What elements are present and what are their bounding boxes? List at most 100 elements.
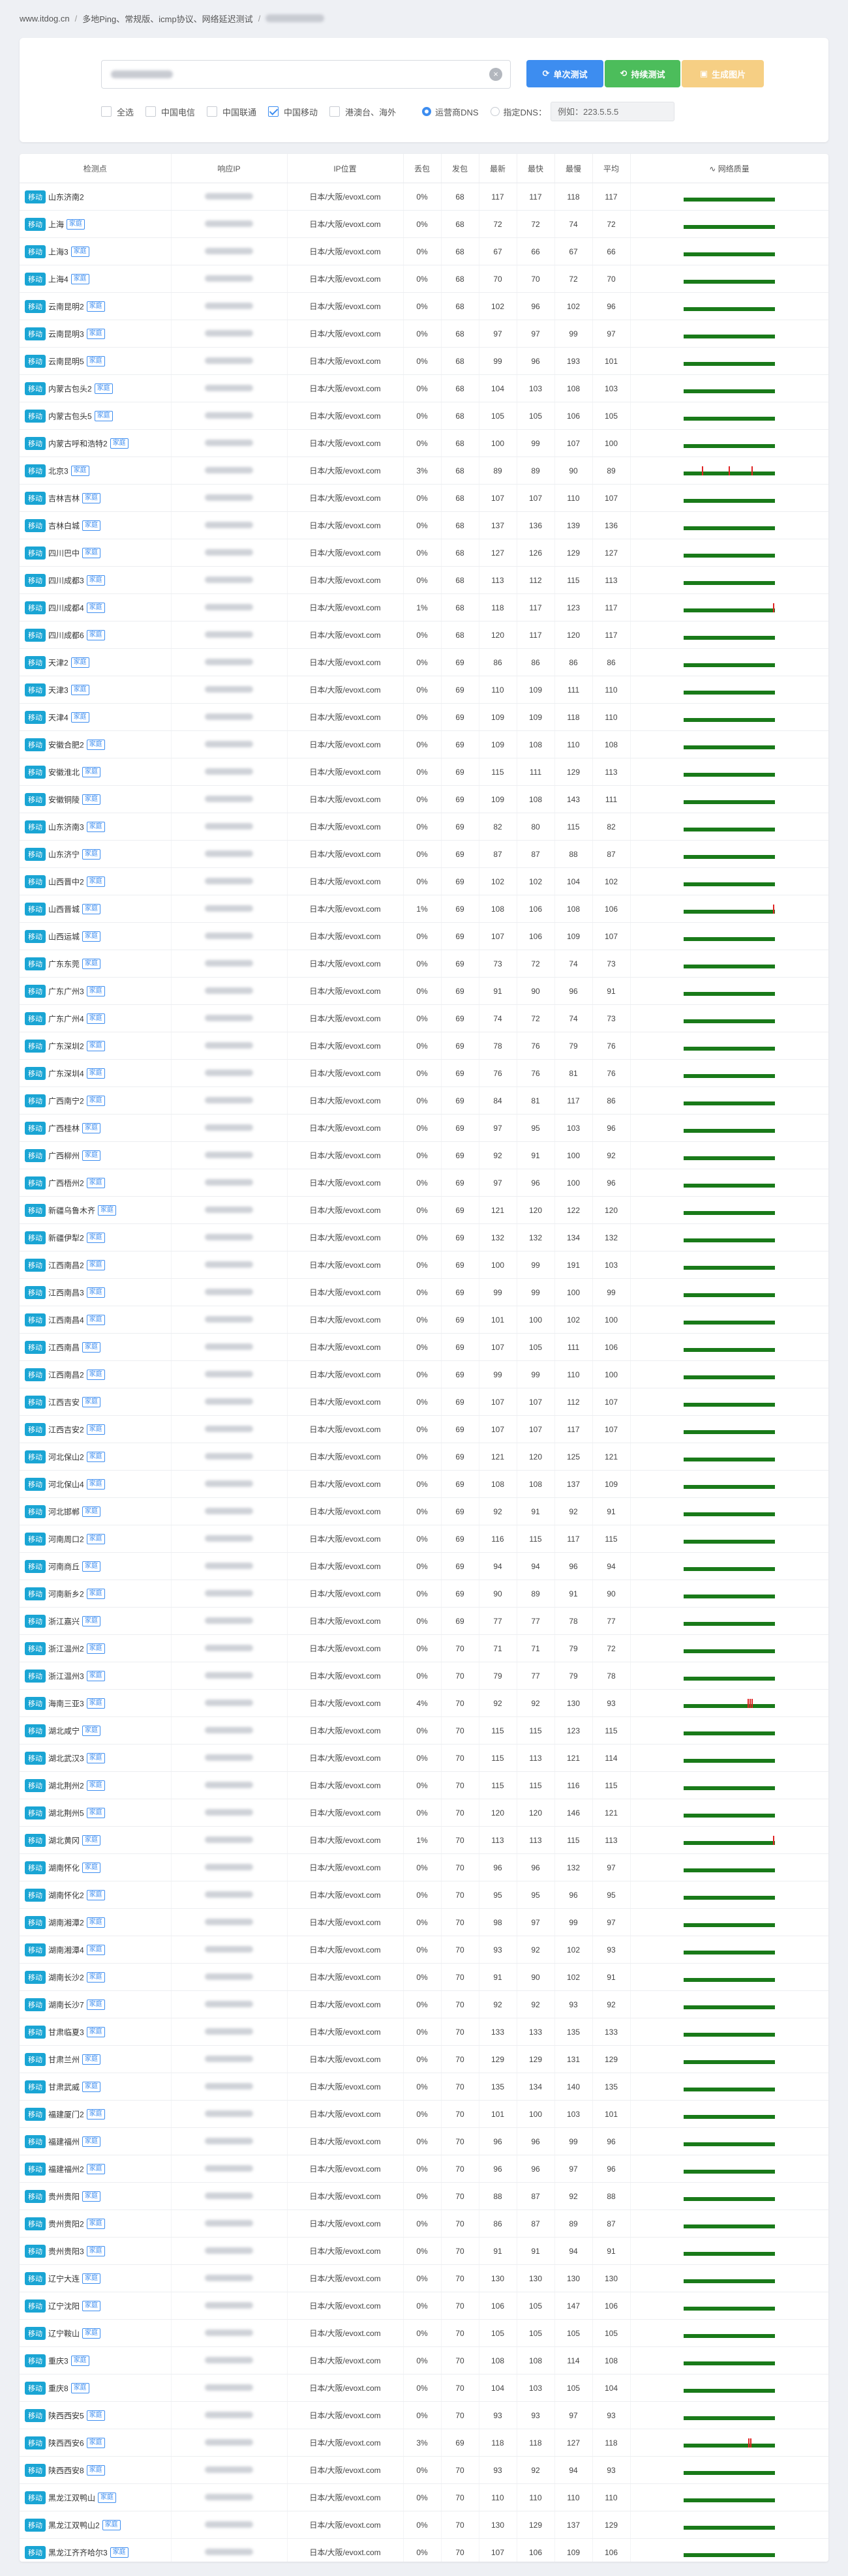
ip-redacted (205, 2247, 253, 2254)
quality-baseline (684, 745, 775, 749)
packet-loss: 0% (403, 730, 442, 758)
packets-sent: 69 (441, 867, 479, 895)
table-row: 移动 浙江嘉兴 家庭 日本/大阪/evoxt.com 0% 69 77 77 78 77 (20, 1607, 828, 1635)
latency-average: 117 (592, 621, 631, 649)
isp-tag: 移动 (25, 2134, 46, 2148)
filter-label: 港澳台、海外 (345, 107, 397, 117)
ip-location: 日本/大阪/evoxt.com (287, 1634, 404, 1662)
network-quality-cell (630, 676, 828, 704)
checkbox[interactable] (101, 106, 112, 117)
filter-overseas[interactable]: 港澳台、海外 (329, 106, 396, 118)
isp-tag: 移动 (25, 1121, 46, 1135)
radio-selected[interactable] (422, 107, 432, 116)
generate-image-button[interactable]: ▣ 生成图片 (682, 60, 764, 87)
isp-tag: 移动 (25, 1587, 46, 1600)
latency-average: 105 (592, 2319, 631, 2347)
latency-slowest: 112 (554, 1388, 593, 1416)
home-badge: 家庭 (82, 1615, 101, 1626)
home-badge: 家庭 (110, 438, 129, 449)
home-badge: 家庭 (82, 2081, 101, 2092)
radio[interactable] (490, 107, 500, 116)
breadcrumb-site[interactable]: www.itdog.cn (20, 14, 70, 23)
quality-baseline (684, 1019, 775, 1023)
probe-cell: 移动 安徽铜陵 家庭 (20, 785, 172, 813)
latency-last: 137 (479, 511, 517, 539)
network-quality-cell (630, 1716, 828, 1745)
ip-redacted (205, 1480, 253, 1487)
quality-sparkline (684, 1535, 775, 1544)
continuous-test-button[interactable]: ⟲ 持续测试 (605, 60, 680, 87)
quality-baseline (684, 1813, 775, 1818)
network-quality-cell (630, 1744, 828, 1772)
filter-all[interactable]: 全选 (101, 106, 134, 118)
isp-tag: 移动 (25, 2052, 46, 2066)
packet-loss: 0% (403, 374, 442, 402)
table-row: 移动 湖北黄冈 家庭 日本/大阪/evoxt.com 1% 70 113 113 115 113 (20, 1826, 828, 1854)
isp-tag: 移动 (25, 2491, 46, 2504)
latency-last: 82 (479, 813, 517, 841)
ip-location: 日本/大阪/evoxt.com (287, 1580, 404, 1608)
ip-location: 日本/大阪/evoxt.com (287, 813, 404, 841)
response-ip-cell (171, 2045, 288, 2073)
home-badge: 家庭 (86, 1698, 105, 1709)
single-test-button[interactable]: ⟳ 单次测试 (526, 60, 603, 87)
latency-fastest: 102 (517, 867, 555, 895)
filter-unicom[interactable]: 中国联通 (207, 106, 256, 118)
ip-location: 日本/大阪/evoxt.com (287, 539, 404, 567)
isp-tag: 移动 (25, 2518, 46, 2532)
checkbox[interactable] (329, 106, 341, 117)
latency-last: 94 (479, 1552, 517, 1580)
table-body: 移动 山东济南2 日本/大阪/evoxt.com 0% 68 117 117 118 117 移动… (20, 183, 828, 2562)
latency-last: 120 (479, 621, 517, 649)
ip-redacted (205, 1206, 253, 1213)
column-header: 最快 (517, 154, 555, 183)
latency-slowest: 109 (554, 922, 593, 950)
network-quality-cell (630, 1497, 828, 1525)
latency-slowest: 97 (554, 2401, 593, 2429)
probe-name: 贵州贵阳 (48, 2192, 80, 2201)
filter-telecom[interactable]: 中国电信 (145, 106, 195, 118)
dns-custom-option[interactable]: 指定DNS： (490, 106, 547, 118)
packets-sent: 70 (441, 1634, 479, 1662)
latency-average: 87 (592, 840, 631, 868)
probe-name: 山东济南2 (48, 192, 84, 202)
latency-last: 115 (479, 1744, 517, 1772)
packet-loss: 0% (403, 2538, 442, 2562)
probe-cell: 移动 天津2 家庭 (20, 648, 172, 676)
latency-average: 113 (592, 758, 631, 786)
latency-average: 110 (592, 2483, 631, 2511)
network-quality-cell (630, 1443, 828, 1471)
latency-fastest: 99 (517, 429, 555, 457)
checkbox[interactable] (207, 106, 218, 117)
dns-input[interactable]: 例如：223.5.5.5 (550, 102, 674, 121)
ip-redacted (205, 1233, 253, 1240)
quality-baseline (684, 2196, 775, 2201)
dns-operator-option[interactable]: 运营商DNS (422, 106, 479, 118)
clear-icon[interactable]: × (489, 68, 502, 81)
filter-mobile[interactable]: 中国移动 (268, 106, 318, 118)
probe-name: 新疆伊犁2 (48, 1233, 84, 1242)
latency-slowest: 120 (554, 621, 593, 649)
network-quality-cell (630, 1278, 828, 1306)
quality-sparkline (684, 740, 775, 749)
checkbox[interactable] (145, 106, 157, 117)
latency-average: 93 (592, 2456, 631, 2484)
table-row: 移动 天津3 家庭 日本/大阪/evoxt.com 0% 69 110 109 111 110 (20, 676, 828, 704)
quality-baseline (684, 1265, 775, 1270)
quality-baseline (684, 2553, 775, 2557)
quality-sparkline (684, 713, 775, 722)
latency-last: 130 (479, 2264, 517, 2292)
table-row: 移动 新疆乌鲁木齐 家庭 日本/大阪/evoxt.com 0% 69 121 120 122 12… (20, 1196, 828, 1224)
latency-average: 133 (592, 2018, 631, 2046)
packets-sent: 68 (441, 593, 479, 622)
quality-baseline (684, 334, 775, 338)
ip-location: 日本/大阪/evoxt.com (287, 1278, 404, 1306)
probe-name: 安徽合肥2 (48, 740, 84, 749)
breadcrumb-section[interactable]: 多地Ping、常规版、icmp协议、网络延迟测试 (82, 12, 252, 25)
checkbox-checked[interactable] (268, 106, 279, 117)
probe-cell: 移动 甘肃临夏3 家庭 (20, 2018, 172, 2046)
latency-fastest: 115 (517, 1525, 555, 1553)
quality-sparkline (684, 1261, 775, 1270)
latency-last: 113 (479, 566, 517, 594)
host-input[interactable]: × (101, 60, 511, 89)
